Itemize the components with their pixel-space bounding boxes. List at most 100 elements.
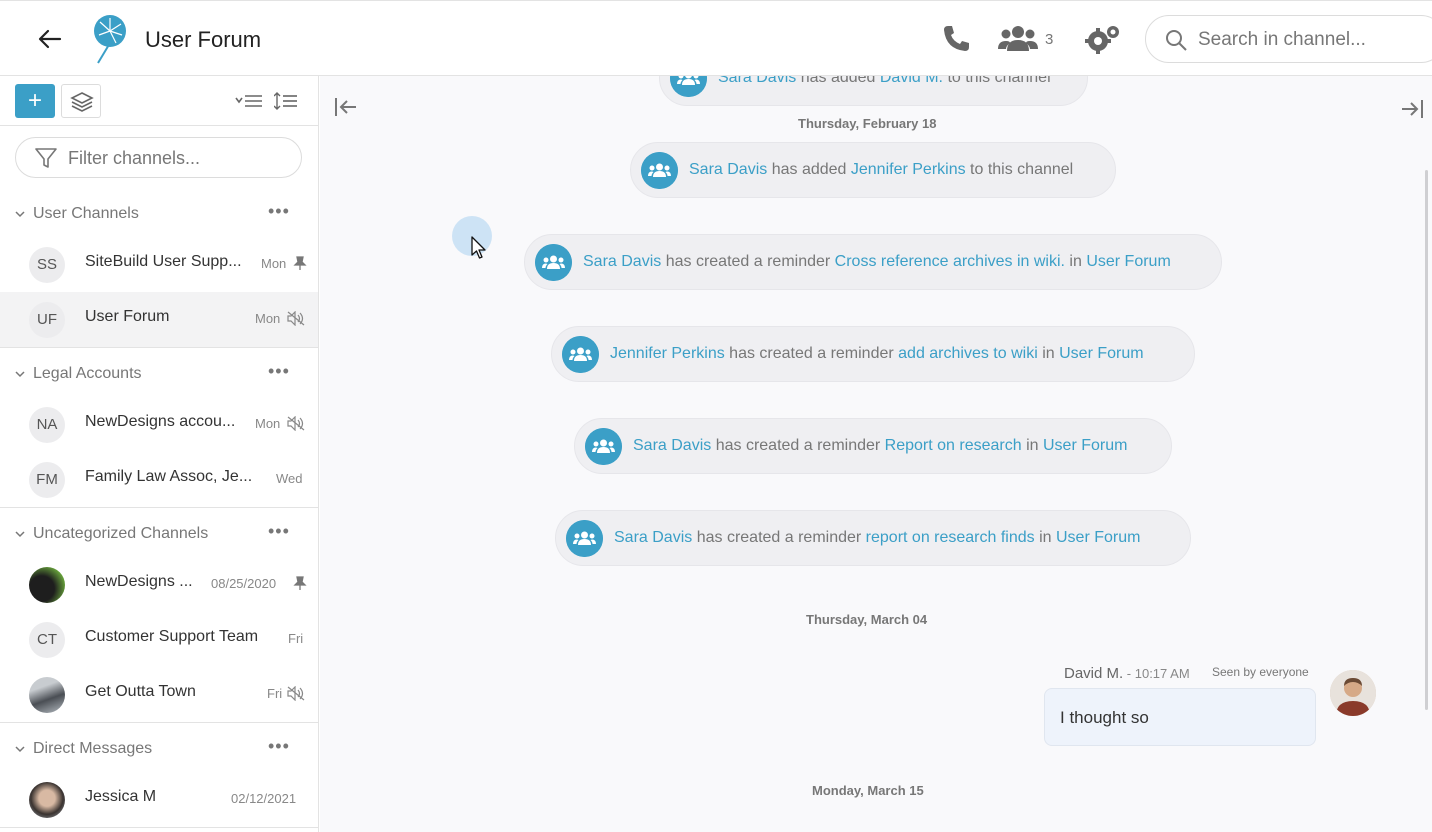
reminder-link[interactable]: add archives to wiki <box>898 345 1038 362</box>
channel-name: Family Law Assoc, Je... <box>85 468 253 485</box>
channel-item[interactable]: SS SiteBuild User Supp... Mon <box>0 237 318 292</box>
pin-icon <box>293 576 307 590</box>
channel-name: User Forum <box>85 308 170 325</box>
scrollbar[interactable] <box>1425 170 1428 710</box>
channel-time: Fri <box>288 631 304 646</box>
more-options-icon[interactable]: ••• <box>268 201 290 222</box>
more-options-icon[interactable]: ••• <box>268 361 290 382</box>
divider <box>0 347 318 348</box>
reminder-link[interactable]: Report on research <box>885 437 1022 454</box>
muted-icon <box>287 686 305 701</box>
phone-icon[interactable] <box>940 23 972 55</box>
channel-time: 02/12/2021 <box>231 791 297 806</box>
expand-panel-icon[interactable] <box>1400 98 1424 120</box>
channel-time: Wed <box>276 471 303 486</box>
filter-input[interactable] <box>68 147 288 169</box>
user-link[interactable]: David M. <box>880 76 943 86</box>
search-icon <box>1166 30 1187 51</box>
section-title: Legal Accounts <box>33 365 142 382</box>
user-link[interactable]: Jennifer Perkins <box>610 345 725 362</box>
chevron-down-icon <box>15 211 25 218</box>
section-user-channels[interactable]: User Channels ••• <box>0 201 318 231</box>
event-text: Sara Davis has created a reminder Report… <box>633 437 1128 454</box>
channel-search[interactable] <box>1145 15 1432 63</box>
channel-item[interactable]: NA NewDesigns accou... Mon <box>0 397 318 452</box>
channel-title: User Forum <box>145 27 262 52</box>
collapse-list-icon[interactable] <box>235 92 263 110</box>
filter-funnel-icon <box>35 148 57 168</box>
avatar <box>29 567 65 603</box>
channel-name: Customer Support Team <box>85 628 259 645</box>
channel-time: Mon <box>255 311 281 326</box>
reminder-link[interactable]: Cross reference archives in wiki. <box>835 253 1065 270</box>
message-author[interactable]: David M. <box>1064 665 1123 682</box>
channel-item[interactable]: Get Outta Town Fri <box>0 667 318 722</box>
date-separator: Thursday, February 18 <box>798 116 937 131</box>
channel-filter[interactable] <box>15 137 302 178</box>
group-icon <box>641 152 678 189</box>
divider <box>0 507 318 508</box>
user-link[interactable]: Sara Davis <box>689 161 767 178</box>
user-avatar-icon <box>1330 670 1376 716</box>
chevron-down-icon <box>15 746 25 753</box>
message-text: I thought so <box>1060 708 1149 727</box>
muted-icon <box>287 311 305 326</box>
channel-name: Get Outta Town <box>85 683 196 700</box>
message-meta: David M. - 10:17 AM <box>1064 665 1190 682</box>
avatar <box>29 782 65 818</box>
channel-item[interactable]: NewDesigns ... 08/25/2020 <box>0 557 318 612</box>
settings-gears-icon[interactable] <box>1084 23 1122 55</box>
layers-button[interactable] <box>61 84 101 118</box>
avatar: NA <box>29 407 65 443</box>
add-channel-button[interactable]: + <box>15 84 55 118</box>
section-title: Direct Messages <box>33 740 153 757</box>
channel-time: 08/25/2020 <box>211 576 277 591</box>
channel-link[interactable]: User Forum <box>1056 529 1140 546</box>
channel-time: Mon <box>261 256 287 271</box>
event-text: Sara Davis has added David M. to this ch… <box>718 76 1051 87</box>
channel-item[interactable]: UF User Forum Mon <box>0 292 318 347</box>
user-link[interactable]: Jennifer Perkins <box>851 161 966 178</box>
message-time: - 10:17 AM <box>1123 666 1190 681</box>
avatar <box>29 677 65 713</box>
chevron-down-icon <box>15 371 25 378</box>
channel-item[interactable]: FM Family Law Assoc, Je... Wed <box>0 452 318 507</box>
channel-event: Sara Davis has added David M. to this ch… <box>659 76 1088 106</box>
channel-event: Jennifer Perkins has created a reminder … <box>551 326 1195 382</box>
group-icon <box>670 76 707 97</box>
channel-sidebar: + User Channels ••• SS SiteBuild Us <box>0 76 319 832</box>
channel-event: Sara Davis has added Jennifer Perkins to… <box>630 142 1116 198</box>
channel-item[interactable]: CT Customer Support Team Fri <box>0 612 318 667</box>
message-bubble[interactable]: I thought so <box>1044 688 1316 746</box>
divider <box>0 722 318 723</box>
section-title: User Channels <box>33 205 139 222</box>
channel-link[interactable]: User Forum <box>1043 437 1127 454</box>
section-legal-accounts[interactable]: Legal Accounts ••• <box>0 361 318 391</box>
more-options-icon[interactable]: ••• <box>268 521 290 542</box>
more-options-icon[interactable]: ••• <box>268 736 290 757</box>
channel-link[interactable]: User Forum <box>1059 345 1143 362</box>
channel-link[interactable]: User Forum <box>1086 253 1170 270</box>
members-icon[interactable] <box>998 25 1038 53</box>
channel-event: Sara Davis has created a reminder Cross … <box>524 234 1222 290</box>
back-arrow-icon[interactable] <box>36 25 64 53</box>
user-link[interactable]: Sara Davis <box>614 529 692 546</box>
search-input[interactable] <box>1198 28 1428 52</box>
date-separator: Monday, March 15 <box>812 783 924 798</box>
chat-panel: Sara Davis has added David M. to this ch… <box>320 76 1432 832</box>
sidebar-toolbar: + <box>0 76 318 126</box>
channel-name: Jessica M <box>85 788 157 805</box>
reminder-link[interactable]: report on research finds <box>866 529 1035 546</box>
channel-time: Fri <box>267 686 283 701</box>
pin-icon <box>293 256 307 270</box>
user-link[interactable]: Sara Davis <box>718 76 796 86</box>
collapse-sidebar-icon[interactable] <box>334 96 358 118</box>
user-link[interactable]: Sara Davis <box>633 437 711 454</box>
section-direct-messages[interactable]: Direct Messages ••• <box>0 736 318 766</box>
event-text: Sara Davis has created a reminder Cross … <box>583 253 1171 270</box>
avatar[interactable] <box>1330 670 1376 716</box>
section-uncategorized-channels[interactable]: Uncategorized Channels ••• <box>0 521 318 551</box>
sort-list-icon[interactable] <box>274 92 298 110</box>
user-link[interactable]: Sara Davis <box>583 253 661 270</box>
channel-item[interactable]: Jessica M 02/12/2021 <box>0 772 318 827</box>
